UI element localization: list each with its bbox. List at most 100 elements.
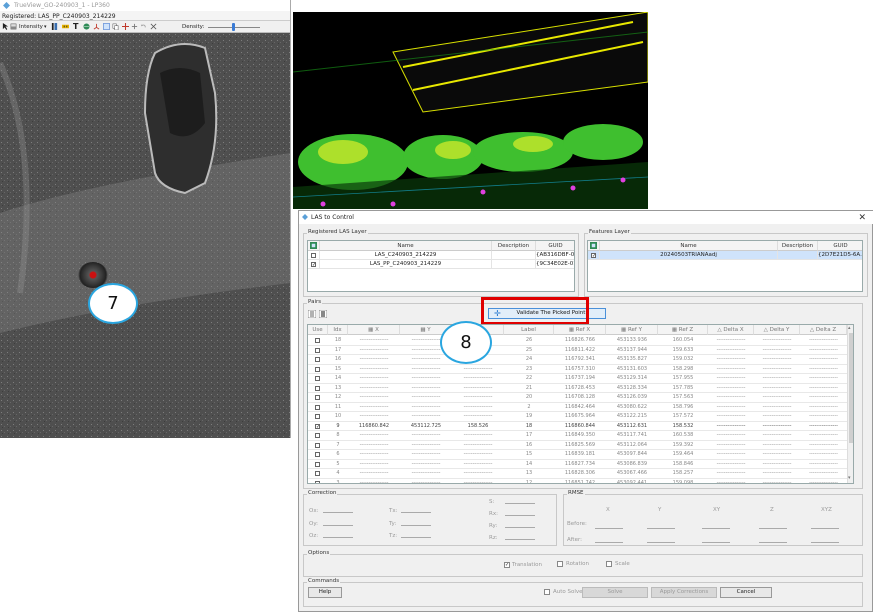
use-checkbox[interactable] [315, 461, 320, 467]
cell-use[interactable] [308, 441, 328, 451]
cell-use[interactable] [308, 365, 328, 375]
help-button[interactable]: Help [308, 587, 342, 598]
use-checkbox[interactable] [315, 357, 320, 362]
table-cell-description[interactable] [492, 260, 536, 269]
table-row[interactable]: 18 ---------------- ---------------- 26 1168… [308, 336, 847, 346]
table-row[interactable]: 10 ---------------- ---------------- ------… [308, 412, 847, 422]
use-checkbox[interactable] [315, 442, 320, 448]
use-checkbox[interactable] [315, 471, 320, 476]
table-row[interactable]: 15 ---------------- ---------------- ------… [308, 365, 847, 375]
table-cell-name[interactable]: LAS_PP_C240903_214229 [320, 260, 492, 269]
row-checkbox-checked[interactable]: ✓ [591, 253, 596, 259]
column-header-idx[interactable]: Idx [328, 325, 348, 335]
select-arrow-icon[interactable] [2, 23, 9, 30]
zoom-box-icon[interactable] [103, 23, 110, 30]
table-row[interactable]: 4 ---------------- ---------------- -------… [308, 469, 847, 479]
table-row-checkbox-cell[interactable]: ✓ [308, 260, 320, 269]
column-header-delta-y[interactable]: △ Delta Y [754, 325, 800, 335]
list-view-icon[interactable] [308, 310, 316, 318]
column-header-use[interactable]: Use [308, 325, 328, 335]
cell-use[interactable] [308, 479, 328, 483]
pick-point-icon[interactable] [122, 23, 129, 30]
column-header-ref-y[interactable]: ▦ Ref Y [606, 325, 658, 335]
table-cell-description[interactable] [492, 251, 536, 260]
row-checkbox-checked[interactable]: ✓ [311, 262, 316, 268]
colored-point-cloud-view[interactable] [293, 12, 648, 209]
column-header-name[interactable]: Name [600, 241, 778, 251]
column-header-guid[interactable]: GUID [536, 241, 574, 251]
use-checkbox[interactable] [315, 395, 320, 400]
dropdown-arrow-icon[interactable]: ▾ [44, 24, 47, 30]
table-row[interactable]: 16 ---------------- ---------------- 24 1167… [308, 355, 847, 365]
table-row[interactable]: ✓ 9 116860.842 453112.725 158.526 18 116860.84… [308, 422, 847, 432]
column-header-ref-z[interactable]: ▦ Ref Z [658, 325, 708, 335]
globe-icon[interactable] [83, 23, 90, 30]
table-row[interactable]: 13 ---------------- ---------------- ------… [308, 384, 847, 394]
rotation-checkbox[interactable] [557, 561, 563, 567]
column-header-description[interactable]: Description [778, 241, 818, 251]
table-cell-guid[interactable]: {2D7E21D5-6A... [818, 251, 862, 260]
scale-checkbox[interactable] [606, 561, 612, 567]
table-row[interactable]: 8 ---------------- ---------------- -------… [308, 431, 847, 441]
cell-use[interactable] [308, 346, 328, 356]
auto-solve-checkbox[interactable] [544, 589, 550, 595]
table-row[interactable]: 7 ---------------- ---------------- -------… [308, 441, 847, 451]
text-tool-icon[interactable]: T [73, 22, 78, 31]
density-slider-handle[interactable] [232, 23, 235, 31]
use-checkbox[interactable]: ✓ [315, 423, 320, 429]
use-checkbox[interactable] [315, 404, 320, 410]
use-checkbox[interactable] [315, 347, 320, 353]
cell-use[interactable] [308, 393, 328, 403]
cell-use[interactable] [308, 355, 328, 365]
table-row[interactable]: 17 ---------------- ---------------- 25 1168… [308, 346, 847, 356]
details-view-icon[interactable] [319, 310, 327, 318]
column-header-guid[interactable]: GUID [818, 241, 862, 251]
use-checkbox[interactable] [315, 366, 320, 372]
undo-icon[interactable] [140, 23, 147, 30]
cell-use[interactable] [308, 374, 328, 384]
use-checkbox[interactable] [315, 480, 320, 483]
column-header-x[interactable]: ▦ X [348, 325, 400, 335]
profile-icon[interactable] [51, 23, 58, 30]
cancel-button[interactable]: Cancel [720, 587, 772, 598]
column-header-delta-z[interactable]: △ Delta Z [800, 325, 847, 335]
scroll-down-icon[interactable]: ▾ [848, 475, 851, 481]
table-row[interactable]: 5 ---------------- ---------------- -------… [308, 460, 847, 470]
pairs-scrollbar[interactable]: ▴ ▾ [847, 325, 853, 483]
use-checkbox[interactable] [315, 385, 320, 391]
axes-icon[interactable] [93, 23, 100, 30]
pairs-scrollbar-thumb[interactable] [849, 333, 853, 443]
use-checkbox[interactable] [315, 338, 320, 343]
apply-corrections-button[interactable]: Apply Corrections [651, 587, 717, 598]
table-row-checkbox-cell[interactable] [308, 251, 320, 260]
copy-icon[interactable] [112, 23, 119, 30]
cell-use[interactable] [308, 403, 328, 413]
column-header-ref-x[interactable]: ▦ Ref X [554, 325, 606, 335]
cell-use[interactable] [308, 431, 328, 441]
table-cell-name[interactable]: LAS_C240903_214229 [320, 251, 492, 260]
use-checkbox[interactable] [315, 414, 320, 419]
delete-icon[interactable] [150, 23, 157, 30]
scroll-up-icon[interactable]: ▴ [848, 325, 851, 331]
translation-checkbox[interactable]: ✓ [504, 562, 510, 568]
table-cell-name[interactable]: 20240503TRIANAadj [600, 251, 778, 260]
cell-use[interactable] [308, 460, 328, 470]
table-row[interactable]: 6 ---------------- ---------------- -------… [308, 450, 847, 460]
cell-use[interactable]: ✓ [308, 422, 328, 432]
table-cell-description[interactable] [778, 251, 818, 260]
use-checkbox[interactable] [315, 452, 320, 457]
cell-use[interactable] [308, 469, 328, 479]
cell-use[interactable] [308, 450, 328, 460]
column-header-label[interactable]: Label [504, 325, 554, 335]
intensity-icon[interactable] [10, 23, 17, 30]
column-header-description[interactable]: Description [492, 241, 536, 251]
cell-use[interactable] [308, 384, 328, 394]
table-cell-guid[interactable]: {9C34E02E-018... [536, 260, 574, 269]
table-cell-guid[interactable]: {AB316DBF-03... [536, 251, 574, 260]
intensity-dropdown[interactable]: Intensity [19, 24, 43, 30]
table-row-checkbox-cell[interactable]: ✓ [588, 251, 600, 260]
close-icon[interactable]: ✕ [858, 213, 866, 223]
cell-use[interactable] [308, 412, 328, 422]
row-checkbox[interactable] [311, 253, 316, 258]
use-checkbox[interactable] [315, 376, 320, 381]
